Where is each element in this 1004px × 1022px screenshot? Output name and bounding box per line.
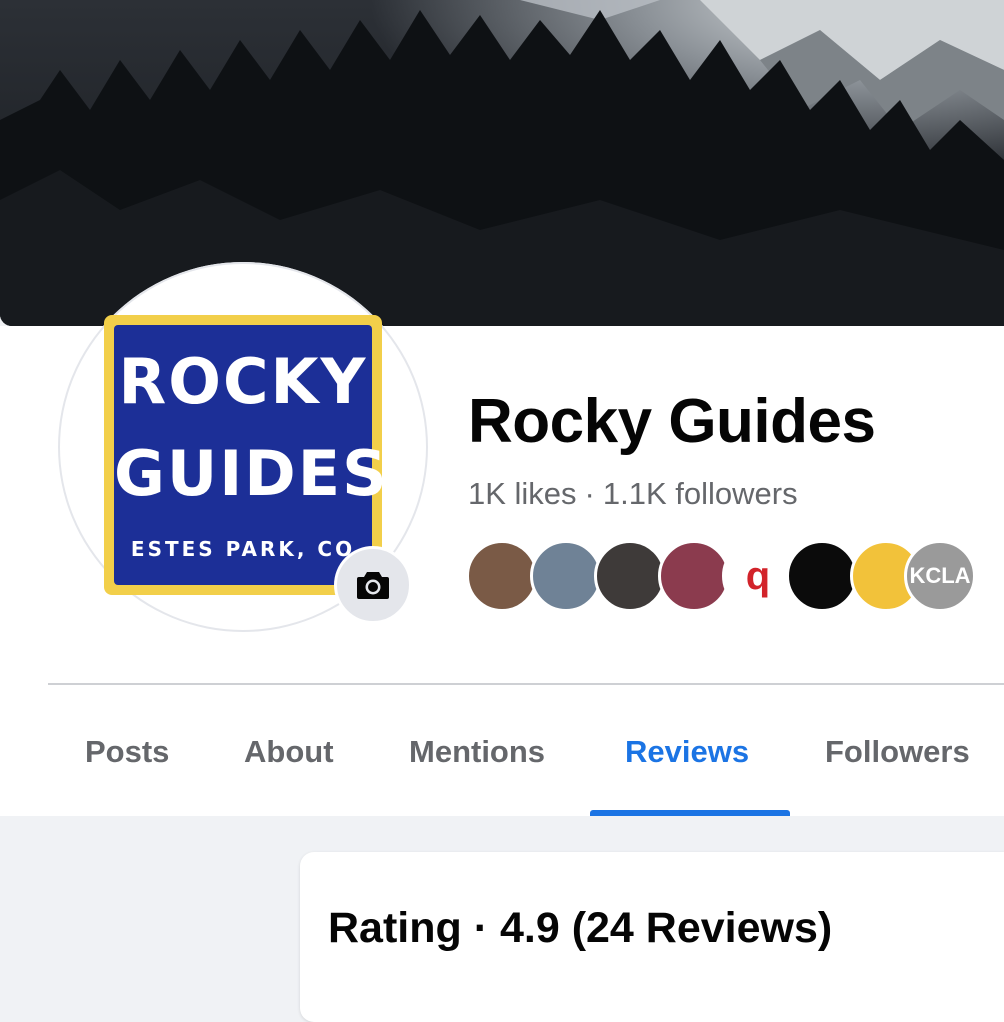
cover-photo[interactable] xyxy=(0,0,1004,326)
update-profile-picture-button[interactable] xyxy=(334,546,412,624)
logo-text-line2: GUIDES xyxy=(114,437,389,510)
follower-avatars: q KCLA xyxy=(466,540,976,614)
active-tab-indicator xyxy=(590,810,790,816)
tab-mentions[interactable]: Mentions xyxy=(409,720,545,816)
reviews-card: Rating · 4.9 (24 Reviews) xyxy=(300,852,1004,1022)
rating-summary: Rating · 4.9 (24 Reviews) xyxy=(328,904,833,952)
tab-reviews[interactable]: Reviews xyxy=(625,720,749,816)
tab-followers[interactable]: Followers xyxy=(825,720,970,816)
logo-text-line3: ESTES PARK, CO xyxy=(130,537,356,561)
header-divider xyxy=(48,683,1004,685)
tab-about[interactable]: About xyxy=(244,720,334,816)
profile-picture-logo[interactable]: ROCKY GUIDES ESTES PARK, CO xyxy=(104,315,389,595)
follower-avatar[interactable] xyxy=(658,540,730,612)
likes-count[interactable]: 1K likes xyxy=(468,476,577,511)
logo-background: ROCKY GUIDES ESTES PARK, CO xyxy=(114,325,389,585)
page-stats: 1K likes · 1.1K followers xyxy=(468,476,798,512)
mountain-forest-image xyxy=(0,0,1004,326)
follower-avatar[interactable] xyxy=(530,540,602,612)
profile-tabs: Posts About Mentions Reviews Followers xyxy=(0,720,1004,816)
stats-separator: · xyxy=(584,476,595,511)
follower-avatar[interactable]: q xyxy=(722,540,794,612)
follower-avatar[interactable] xyxy=(466,540,538,612)
camera-icon xyxy=(357,572,389,599)
followers-count[interactable]: 1.1K followers xyxy=(603,476,798,511)
follower-avatar[interactable]: KCLA xyxy=(904,540,976,612)
logo-text-line1: ROCKY xyxy=(118,345,368,418)
follower-avatar[interactable] xyxy=(594,540,666,612)
follower-avatar[interactable] xyxy=(786,540,858,612)
tab-posts[interactable]: Posts xyxy=(85,720,169,816)
page-title: Rocky Guides xyxy=(468,387,876,456)
